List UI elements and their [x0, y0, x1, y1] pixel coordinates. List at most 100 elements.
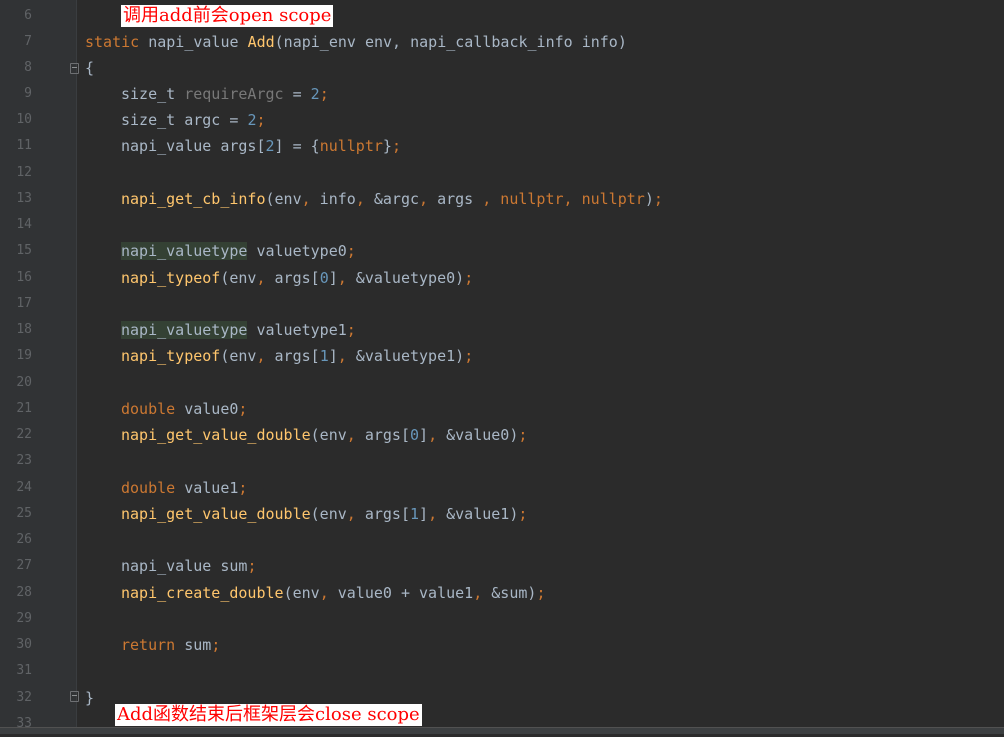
code-text: &valuetype0) — [346, 269, 465, 287]
code-text: info — [310, 190, 356, 208]
gutter-separator — [76, 0, 77, 733]
function-call: napi_typeof — [121, 269, 221, 287]
line-number: 19 — [16, 348, 32, 363]
line-number: 18 — [16, 322, 32, 337]
semicolon: ; — [518, 426, 528, 444]
code-line-30: return sum; — [121, 632, 220, 658]
code-line-10: size_t argc = 2; — [121, 107, 266, 133]
keyword-double: double — [121, 400, 176, 418]
line-number-gutter: 6 7 8 9 10 11 12 13 14 15 16 17 18 19 20… — [0, 0, 76, 733]
code-text: ] = { — [274, 137, 320, 155]
line-number: 17 — [16, 296, 32, 311]
line-number: 32 — [16, 690, 32, 705]
code-text: args[ — [355, 505, 410, 523]
semicolon: ; — [238, 400, 248, 418]
code-line-32: } — [85, 685, 94, 711]
highlighted-type: napi_valuetype — [121, 321, 248, 339]
code-text: (env — [220, 347, 257, 365]
code-line-8: { — [85, 55, 94, 81]
code-text: valuetype0 — [247, 242, 347, 260]
fold-collapse-icon[interactable] — [70, 691, 79, 702]
highlighted-type: napi_valuetype — [121, 242, 248, 260]
code-line-21: double value0; — [121, 396, 247, 422]
annotation-close-scope: Add函数结束后框架层会close scope — [115, 704, 422, 726]
function-call: napi_typeof — [121, 347, 221, 365]
code-text: size_t argc = — [121, 111, 248, 129]
number-literal: 1 — [410, 505, 420, 523]
code-text: ] — [419, 505, 429, 523]
line-number: 31 — [16, 663, 32, 678]
fold-collapse-icon[interactable] — [70, 63, 79, 74]
line-number: 26 — [16, 532, 32, 547]
function-call: napi_get_cb_info — [121, 190, 266, 208]
code-text: sum — [175, 636, 212, 654]
line-number: 23 — [16, 453, 32, 468]
keyword-double: double — [121, 479, 176, 497]
semicolon: ; — [346, 242, 356, 260]
unused-variable: requireArgc — [184, 85, 284, 103]
code-text: (env — [310, 505, 347, 523]
line-number: 21 — [16, 401, 32, 416]
code-text: value0 + value1 — [328, 584, 474, 602]
code-editor[interactable]: 6 7 8 9 10 11 12 13 14 15 16 17 18 19 20… — [0, 0, 1004, 734]
code-line-11: napi_value args[2] = {nullptr}; — [121, 133, 401, 159]
semicolon: ; — [319, 85, 329, 103]
comma: , — [346, 426, 356, 444]
code-text: args — [428, 190, 483, 208]
semicolon: ; — [247, 557, 257, 575]
semicolon: ; — [238, 479, 248, 497]
number-literal: 0 — [410, 426, 420, 444]
code-text: &sum) — [482, 584, 537, 602]
code-text: napi_value — [139, 33, 248, 51]
line-number: 22 — [16, 427, 32, 442]
function-call: napi_get_value_double — [121, 426, 311, 444]
code-line-27: napi_value sum; — [121, 553, 256, 579]
code-line-19: napi_typeof(env, args[1], &valuetype1); — [121, 343, 473, 369]
comma: , — [563, 190, 573, 208]
keyword-nullptr: nullptr — [491, 190, 564, 208]
comma: , — [473, 584, 483, 602]
comma: , — [319, 584, 329, 602]
code-line-22: napi_get_value_double(env, args[0], &val… — [121, 422, 527, 448]
code-text: &value1) — [437, 505, 519, 523]
line-number: 13 — [16, 191, 32, 206]
semicolon: ; — [391, 137, 401, 155]
semicolon: ; — [464, 269, 474, 287]
comma: , — [256, 269, 266, 287]
function-call: napi_get_value_double — [121, 505, 311, 523]
line-number: 20 — [16, 375, 32, 390]
semicolon: ; — [211, 636, 221, 654]
code-text: args[ — [355, 426, 410, 444]
line-number: 8 — [24, 60, 32, 75]
code-line-25: napi_get_value_double(env, args[1], &val… — [121, 501, 527, 527]
annotation-open-scope: 调用add前会open scope — [121, 5, 334, 27]
line-number: 11 — [16, 138, 32, 153]
code-line-16: napi_typeof(env, args[0], &valuetype0); — [121, 265, 473, 291]
code-line-18: napi_valuetype valuetype1; — [121, 317, 356, 343]
code-text: (env — [220, 269, 257, 287]
code-text: (env — [283, 584, 320, 602]
code-line-7: static napi_value Add(napi_env env, napi… — [85, 29, 627, 55]
keyword-static: static — [85, 33, 140, 51]
comma: , — [355, 190, 365, 208]
code-line-24: double value1; — [121, 475, 247, 501]
semicolon: ; — [346, 321, 356, 339]
code-line-15: napi_valuetype valuetype0; — [121, 238, 356, 264]
line-number: 16 — [16, 270, 32, 285]
code-text: size_t — [121, 85, 185, 103]
keyword-nullptr: nullptr — [572, 190, 645, 208]
comma: , — [337, 347, 347, 365]
semicolon: ; — [256, 111, 266, 129]
semicolon: ; — [464, 347, 474, 365]
comma: , — [337, 269, 347, 287]
keyword-nullptr: nullptr — [319, 137, 383, 155]
comma: , — [428, 426, 438, 444]
code-text: ) — [644, 190, 654, 208]
line-number: 29 — [16, 611, 32, 626]
number-literal: 2 — [265, 137, 275, 155]
code-text: args[ — [265, 269, 320, 287]
line-number: 25 — [16, 506, 32, 521]
code-line-9: size_t requireArgc = 2; — [121, 81, 329, 107]
line-number: 27 — [16, 558, 32, 573]
line-number: 28 — [16, 585, 32, 600]
